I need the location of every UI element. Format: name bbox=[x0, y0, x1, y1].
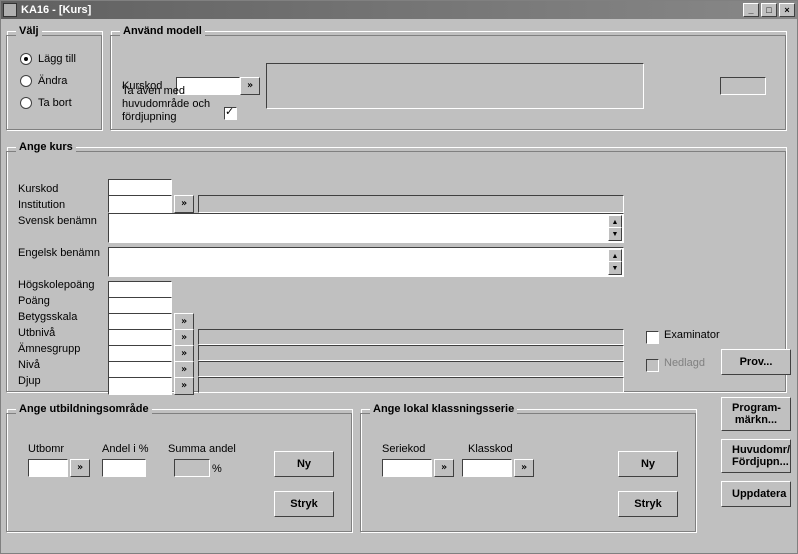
kurs-legend: Ange kurs bbox=[16, 141, 76, 153]
niva-display bbox=[198, 361, 624, 377]
utbomr-ny-button[interactable]: Ny bbox=[274, 451, 334, 477]
svensk-textarea[interactable]: ▲ ▼ bbox=[108, 213, 624, 243]
seriekod-label: Seriekod bbox=[382, 443, 425, 455]
minimize-button[interactable]: _ bbox=[743, 3, 759, 17]
examinator-label: Examinator bbox=[664, 329, 720, 341]
djup-lookup-button[interactable]: » bbox=[174, 377, 194, 395]
nedlagd-checkbox bbox=[646, 359, 659, 372]
window-title: KA16 - [Kurs] bbox=[21, 4, 91, 16]
radio-lagg-till[interactable]: Lägg till bbox=[20, 53, 94, 65]
utbomr-lookup-button[interactable]: » bbox=[70, 459, 90, 477]
maximize-button[interactable]: □ bbox=[761, 3, 777, 17]
model-kurskod-lookup-button[interactable]: » bbox=[240, 77, 260, 95]
institution-label: Institution bbox=[18, 197, 100, 213]
utbildningsomrade-group: Ange utbildningsområde Utbomr Andel i % … bbox=[7, 403, 353, 533]
djup-label: Djup bbox=[18, 373, 100, 389]
ange-kurs-group: Ange kurs Kurskod Institution Svensk ben… bbox=[7, 141, 787, 393]
radio-icon bbox=[20, 53, 32, 65]
percent-label: % bbox=[212, 463, 222, 475]
client-area: Välj Lägg till Ändra Ta bort Använd mode… bbox=[1, 19, 797, 553]
poang-label: Poäng bbox=[18, 293, 100, 309]
utbomr-input[interactable] bbox=[28, 459, 68, 477]
klasskod-label: Klasskod bbox=[468, 443, 513, 455]
klass-stryk-button[interactable]: Stryk bbox=[618, 491, 678, 517]
model-description bbox=[266, 63, 644, 109]
andel-label: Andel i % bbox=[102, 443, 148, 455]
model-legend: Använd modell bbox=[120, 25, 205, 37]
valj-group: Välj Lägg till Ändra Ta bort bbox=[7, 25, 103, 131]
huvudomr-button[interactable]: Huvudomr/ Fördjupn... bbox=[721, 439, 791, 473]
engelsk-textarea[interactable]: ▲ ▼ bbox=[108, 247, 624, 277]
seriekod-lookup-button[interactable]: » bbox=[434, 459, 454, 477]
radio-ta-bort[interactable]: Ta bort bbox=[20, 97, 94, 109]
prov-button[interactable]: Prov... bbox=[721, 349, 791, 375]
amnesgrupp-display bbox=[198, 345, 624, 361]
institution-input[interactable] bbox=[108, 195, 172, 213]
radio-andra[interactable]: Ändra bbox=[20, 75, 94, 87]
summa-label: Summa andel bbox=[168, 443, 236, 455]
svensk-label: Svensk benämn bbox=[18, 213, 100, 229]
amnesgrupp-label: Ämnesgrupp bbox=[18, 341, 100, 357]
utbniva-display bbox=[198, 329, 624, 345]
kurskod-label: Kurskod bbox=[18, 181, 100, 197]
close-button[interactable]: × bbox=[779, 3, 795, 17]
scroll-down-icon[interactable]: ▼ bbox=[608, 227, 622, 241]
model-ta-aven-checkbox[interactable] bbox=[224, 107, 237, 120]
utbniva-label: Utbnivå bbox=[18, 325, 100, 341]
utbomr-legend: Ange utbildningsområde bbox=[16, 403, 152, 415]
institution-lookup-button[interactable]: » bbox=[174, 195, 194, 213]
engelsk-label: Engelsk benämn bbox=[18, 245, 100, 261]
klass-ny-button[interactable]: Ny bbox=[618, 451, 678, 477]
examinator-checkbox[interactable] bbox=[646, 331, 659, 344]
utbomr-label: Utbomr bbox=[28, 443, 64, 455]
window: KA16 - [Kurs] _ □ × Välj Lägg till Ändra… bbox=[0, 0, 798, 554]
klass-legend: Ange lokal klassningsserie bbox=[370, 403, 517, 415]
radio-icon bbox=[20, 97, 32, 109]
titlebar: KA16 - [Kurs] _ □ × bbox=[1, 1, 797, 19]
nedlagd-label: Nedlagd bbox=[664, 357, 705, 369]
betygsskala-label: Betygsskala bbox=[18, 309, 100, 325]
programmarkn-button[interactable]: Program- märkn... bbox=[721, 397, 791, 431]
niva-label: Nivå bbox=[18, 357, 100, 373]
seriekod-input[interactable] bbox=[382, 459, 432, 477]
app-icon bbox=[3, 3, 17, 17]
radio-icon bbox=[20, 75, 32, 87]
model-extra-field bbox=[720, 77, 766, 95]
utbomr-stryk-button[interactable]: Stryk bbox=[274, 491, 334, 517]
anvand-modell-group: Använd modell Kurskod » Ta även med huvu… bbox=[111, 25, 787, 131]
institution-display bbox=[198, 195, 624, 213]
klasskod-input[interactable] bbox=[462, 459, 512, 477]
djup-display bbox=[198, 377, 624, 393]
model-ta-aven-label: Ta även med huvudområde och fördjupning bbox=[122, 85, 210, 123]
hogskolepoang-label: Högskolepoäng bbox=[18, 277, 100, 293]
valj-legend: Välj bbox=[16, 25, 42, 37]
uppdatera-button[interactable]: Uppdatera bbox=[721, 481, 791, 507]
klassningsserie-group: Ange lokal klassningsserie Seriekod Klas… bbox=[361, 403, 697, 533]
scroll-down-icon[interactable]: ▼ bbox=[608, 261, 622, 275]
djup-input[interactable] bbox=[108, 377, 172, 395]
summa-display bbox=[174, 459, 210, 477]
andel-input[interactable] bbox=[102, 459, 146, 477]
klasskod-lookup-button[interactable]: » bbox=[514, 459, 534, 477]
